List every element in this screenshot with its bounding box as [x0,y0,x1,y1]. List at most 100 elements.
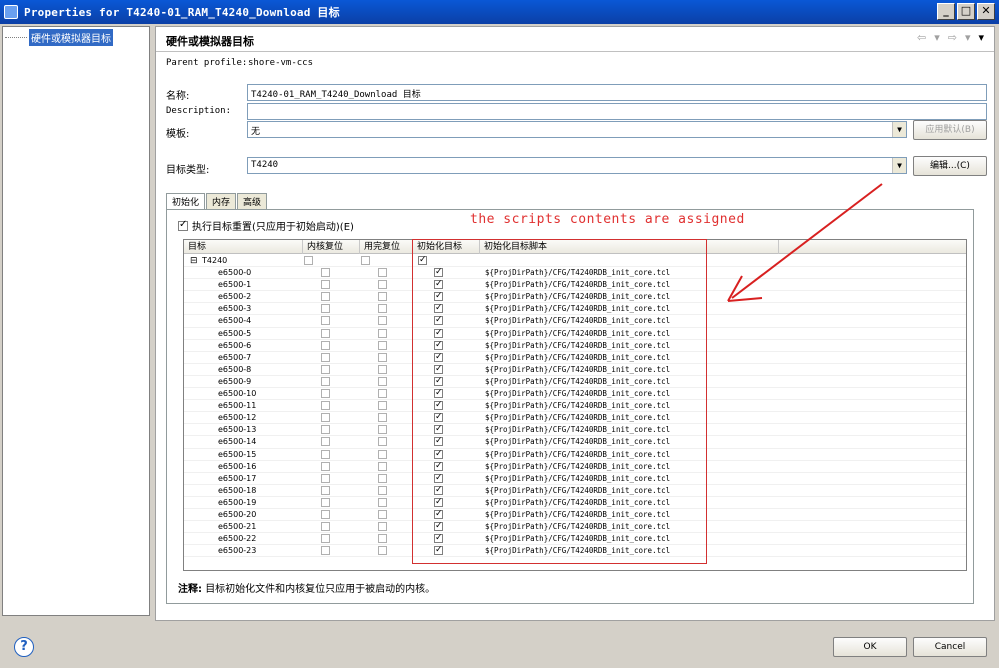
reset-after-checkbox[interactable] [378,328,387,338]
core-reset-checkbox[interactable] [321,546,330,556]
collapse-icon[interactable]: ⊟ [190,255,198,267]
table-row[interactable]: e6500-9 ${ProjDirPath}/CFG/T4240RDB_init_… [184,375,966,389]
init-script-path[interactable]: ${ProjDirPath}/CFG/T4240RDB_init_core.tc… [485,461,670,473]
reset-after-checkbox[interactable] [378,461,387,471]
core-reset-checkbox[interactable] [321,280,330,290]
col-header-reset-after[interactable]: 用完复位 [360,240,413,254]
core-reset-checkbox[interactable] [321,292,330,302]
reset-after-checkbox[interactable] [378,509,387,519]
init-target-checkbox[interactable] [434,496,443,508]
table-row[interactable]: e6500-23 ${ProjDirPath}/CFG/T4240RDB_init… [184,544,966,558]
init-script-path[interactable]: ${ProjDirPath}/CFG/T4240RDB_init_core.tc… [485,267,670,279]
init-target-checkbox[interactable] [434,532,443,544]
table-row[interactable]: e6500-13 ${ProjDirPath}/CFG/T4240RDB_init… [184,423,966,437]
reset-after-checkbox[interactable] [378,497,387,507]
reset-after-checkbox[interactable] [378,534,387,544]
close-button[interactable]: ✕ [977,3,995,20]
init-target-checkbox[interactable] [434,375,443,387]
core-reset-checkbox[interactable] [321,509,330,519]
init-script-path[interactable]: ${ProjDirPath}/CFG/T4240RDB_init_core.tc… [485,303,670,315]
table-row[interactable]: e6500-4 ${ProjDirPath}/CFG/T4240RDB_init_… [184,314,966,328]
core-reset-checkbox[interactable] [321,413,330,423]
minimize-button[interactable]: _ [937,3,955,20]
init-target-checkbox[interactable] [434,423,443,435]
table-row[interactable]: e6500-19 ${ProjDirPath}/CFG/T4240RDB_init… [184,496,966,509]
reset-after-checkbox[interactable] [378,389,387,399]
table-row[interactable]: e6500-16 ${ProjDirPath}/CFG/T4240RDB_init… [184,460,966,473]
init-target-checkbox[interactable] [434,435,443,447]
init-target-checkbox[interactable] [434,508,443,520]
reset-after-checkbox[interactable] [378,485,387,495]
core-reset-checkbox[interactable] [321,304,330,314]
core-reset-checkbox[interactable] [321,268,330,278]
init-script-path[interactable]: ${ProjDirPath}/CFG/T4240RDB_init_core.tc… [485,340,670,352]
table-row[interactable]: e6500-17 ${ProjDirPath}/CFG/T4240RDB_init… [184,472,966,485]
init-target-checkbox[interactable] [434,266,443,278]
core-reset-checkbox[interactable] [321,473,330,483]
reset-after-checkbox[interactable] [378,292,387,302]
table-row[interactable]: e6500-7 ${ProjDirPath}/CFG/T4240RDB_init_… [184,351,966,364]
col-header-core-reset[interactable]: 内核复位 [303,240,360,254]
table-row[interactable]: e6500-15 ${ProjDirPath}/CFG/T4240RDB_init… [184,448,966,461]
core-reset-checkbox[interactable] [321,364,330,374]
init-script-path[interactable]: ${ProjDirPath}/CFG/T4240RDB_init_core.tc… [485,412,670,424]
reset-after-checkbox[interactable] [378,522,387,532]
back-icon[interactable]: ⇦ [917,31,926,44]
table-row[interactable]: e6500-12 ${ProjDirPath}/CFG/T4240RDB_init… [184,411,966,425]
table-row[interactable]: e6500-5 ${ProjDirPath}/CFG/T4240RDB_init_… [184,327,966,340]
init-script-path[interactable]: ${ProjDirPath}/CFG/T4240RDB_init_core.tc… [485,449,670,461]
table-row[interactable]: e6500-22 ${ProjDirPath}/CFG/T4240RDB_init… [184,532,966,546]
init-script-path[interactable]: ${ProjDirPath}/CFG/T4240RDB_init_core.tc… [485,533,670,545]
init-script-path[interactable]: ${ProjDirPath}/CFG/T4240RDB_init_core.tc… [485,509,670,521]
init-script-path[interactable]: ${ProjDirPath}/CFG/T4240RDB_init_core.tc… [485,485,670,497]
chevron-down-icon[interactable]: ▼ [892,158,906,173]
table-row[interactable]: e6500-6 ${ProjDirPath}/CFG/T4240RDB_init_… [184,339,966,352]
init-script-path[interactable]: ${ProjDirPath}/CFG/T4240RDB_init_core.tc… [485,315,670,327]
init-script-path[interactable]: ${ProjDirPath}/CFG/T4240RDB_init_core.tc… [485,364,670,376]
init-target-checkbox[interactable] [434,484,443,496]
reset-after-checkbox[interactable] [378,304,387,314]
core-reset-checkbox[interactable] [321,437,330,447]
core-reset-checkbox[interactable] [321,497,330,507]
init-target-checkbox[interactable] [434,460,443,472]
target-type-select[interactable]: T4240 ▼ [247,157,907,174]
init-target-checkbox[interactable] [434,278,443,290]
description-field[interactable] [247,103,987,120]
init-target-checkbox[interactable] [434,399,443,411]
core-reset-checkbox[interactable] [321,485,330,495]
init-script-path[interactable]: ${ProjDirPath}/CFG/T4240RDB_init_core.tc… [485,376,670,388]
core-reset-checkbox[interactable] [321,522,330,532]
reset-after-checkbox[interactable] [378,364,387,374]
core-reset-checkbox[interactable] [321,425,330,435]
table-row[interactable]: e6500-21 ${ProjDirPath}/CFG/T4240RDB_init… [184,520,966,534]
help-icon[interactable]: ? [14,637,34,657]
forward-icon[interactable]: ⇨ [948,31,957,44]
reset-after-checkbox[interactable] [378,449,387,459]
tab-advanced[interactable]: 高级 [237,193,268,210]
reset-after-checkbox[interactable] [361,256,370,265]
view-menu-icon[interactable]: ▾ [978,31,984,44]
reset-after-checkbox[interactable] [378,425,387,435]
back-menu-icon[interactable]: ▾ [934,31,940,44]
init-script-path[interactable]: ${ProjDirPath}/CFG/T4240RDB_init_core.tc… [485,279,670,291]
reset-after-checkbox[interactable] [378,352,387,362]
name-field[interactable]: T4240-01_RAM_T4240_Download 目标 [247,84,987,101]
core-reset-checkbox[interactable] [321,376,330,386]
table-row[interactable]: e6500-14 ${ProjDirPath}/CFG/T4240RDB_init… [184,435,966,449]
init-script-path[interactable]: ${ProjDirPath}/CFG/T4240RDB_init_core.tc… [485,352,670,364]
init-target-checkbox[interactable] [434,472,443,484]
tree-item-hw-target[interactable]: 硬件或模拟器目标 [5,29,113,46]
init-target-checkbox[interactable] [434,290,443,302]
apply-default-button[interactable]: 应用默认(B) [913,120,987,140]
reset-option[interactable]: 执行目标重置(只应用于初始启动)(E) [178,218,354,233]
init-script-path[interactable]: ${ProjDirPath}/CFG/T4240RDB_init_core.tc… [485,424,670,436]
core-reset-checkbox[interactable] [321,401,330,411]
init-script-path[interactable]: ${ProjDirPath}/CFG/T4240RDB_init_core.tc… [485,545,670,557]
tab-memory[interactable]: 内存 [206,193,237,210]
template-select[interactable]: 无 ▼ [247,121,907,138]
core-reset-checkbox[interactable] [321,328,330,338]
reset-after-checkbox[interactable] [378,473,387,483]
cancel-button[interactable]: Cancel [913,637,987,657]
chevron-down-icon[interactable]: ▼ [892,122,906,137]
init-target-checkbox[interactable] [434,351,443,363]
